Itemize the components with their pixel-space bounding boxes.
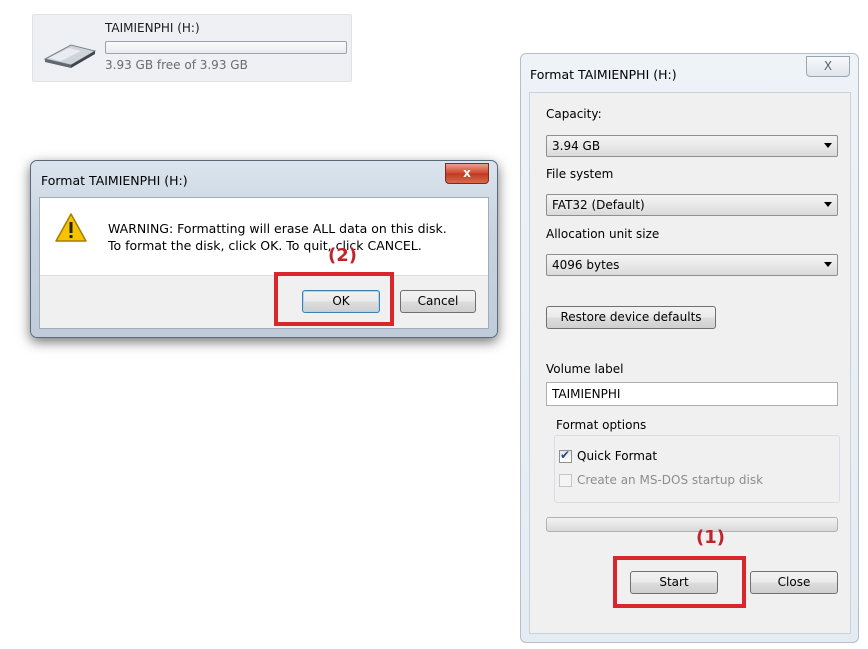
- warning-close-button[interactable]: x: [445, 163, 489, 184]
- chevron-down-icon: [824, 143, 832, 148]
- warning-dialog: Format TAIMIENPHI (H:) x WARNING: Format…: [30, 160, 498, 338]
- annotation-step1: (1): [696, 527, 725, 548]
- capacity-select[interactable]: 3.94 GB: [546, 135, 838, 157]
- warning-message-line1: WARNING: Formatting will erase ALL data …: [108, 221, 447, 236]
- drive-usage-bar: [105, 41, 347, 54]
- annotation-step2: (2): [328, 245, 357, 266]
- format-progress-bar: [546, 517, 838, 532]
- allocation-label: Allocation unit size: [546, 227, 660, 241]
- format-options-group: Quick Format Create an MS-DOS startup di…: [554, 435, 840, 503]
- warning-icon: [55, 213, 87, 242]
- format-dialog: Format TAIMIENPHI (H:) X Capacity: 3.94 …: [520, 53, 859, 643]
- filesystem-value: FAT32 (Default): [552, 198, 645, 212]
- format-dialog-body: Capacity: 3.94 GB File system FAT32 (Def…: [529, 92, 851, 634]
- quick-format-label[interactable]: Quick Format: [577, 449, 657, 463]
- highlight-box-step2: [274, 272, 394, 326]
- msdos-startup-checkbox[interactable]: [559, 474, 572, 487]
- restore-defaults-button[interactable]: Restore device defaults: [546, 306, 716, 329]
- warning-dialog-footer: OK Cancel: [40, 275, 488, 328]
- quick-format-checkbox[interactable]: [559, 448, 572, 463]
- close-icon: X: [823, 59, 833, 73]
- format-dialog-title: Format TAIMIENPHI (H:): [530, 67, 677, 82]
- warning-message: WARNING: Formatting will erase ALL data …: [108, 220, 447, 254]
- close-button[interactable]: Close: [750, 571, 838, 594]
- volume-label-label: Volume label: [546, 362, 624, 376]
- capacity-label: Capacity:: [546, 107, 602, 121]
- format-close-button[interactable]: X: [806, 56, 850, 77]
- filesystem-label: File system: [546, 167, 614, 181]
- usb-drive-icon: [43, 44, 97, 68]
- capacity-value: 3.94 GB: [552, 139, 601, 153]
- warning-dialog-body: WARNING: Formatting will erase ALL data …: [39, 197, 489, 329]
- close-icon: x: [463, 166, 471, 180]
- msdos-startup-label: Create an MS-DOS startup disk: [577, 473, 764, 487]
- allocation-select[interactable]: 4096 bytes: [546, 254, 838, 276]
- filesystem-select[interactable]: FAT32 (Default): [546, 194, 838, 216]
- drive-name: TAIMIENPHI (H:): [105, 21, 200, 35]
- warning-message-line2: To format the disk, click OK. To quit, c…: [108, 238, 422, 253]
- highlight-box-step1: [613, 556, 746, 608]
- chevron-down-icon: [824, 262, 832, 267]
- drive-free-space: 3.93 GB free of 3.93 GB: [105, 58, 248, 72]
- chevron-down-icon: [824, 202, 832, 207]
- warning-dialog-title: Format TAIMIENPHI (H:): [41, 173, 188, 188]
- cancel-button[interactable]: Cancel: [400, 290, 476, 313]
- allocation-value: 4096 bytes: [552, 258, 620, 272]
- volume-label-input[interactable]: [546, 382, 838, 406]
- format-options-label: Format options: [556, 418, 647, 432]
- drive-tile[interactable]: TAIMIENPHI (H:) 3.93 GB free of 3.93 GB: [32, 14, 352, 82]
